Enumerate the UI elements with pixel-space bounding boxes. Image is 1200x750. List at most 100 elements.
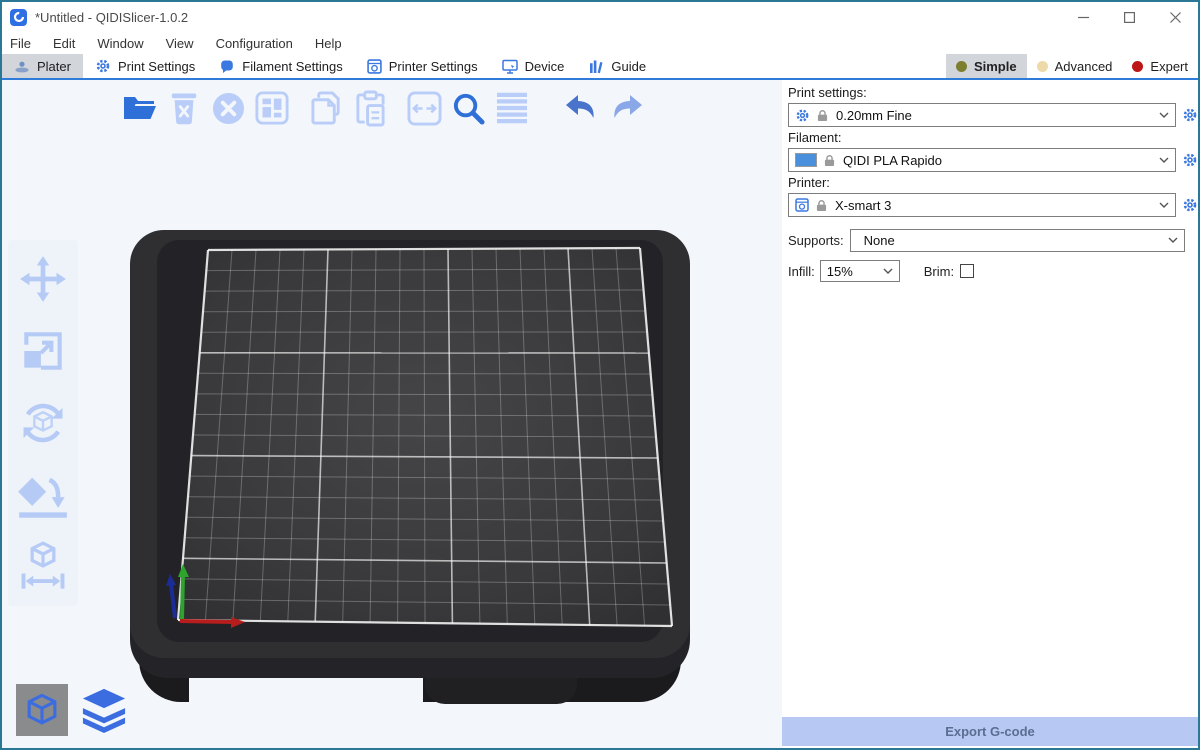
undo-button[interactable] bbox=[560, 86, 604, 130]
edit-printer-button[interactable] bbox=[1182, 197, 1198, 213]
tab-filament-settings[interactable]: Filament Settings bbox=[207, 54, 354, 78]
print-bed bbox=[125, 222, 695, 712]
print-settings-dropdown[interactable]: 0.20mm Fine bbox=[788, 103, 1176, 127]
minimize-button[interactable] bbox=[1060, 2, 1106, 32]
lock-icon bbox=[824, 154, 835, 167]
edit-print-settings-button[interactable] bbox=[1182, 107, 1198, 123]
redo-button[interactable] bbox=[604, 86, 648, 130]
supports-label: Supports: bbox=[788, 233, 844, 248]
mode-label: Advanced bbox=[1055, 59, 1113, 74]
measure-tool-button[interactable] bbox=[15, 538, 71, 596]
window-title: *Untitled - QIDISlicer-1.0.2 bbox=[35, 10, 188, 25]
qidislicer-window: { "window": { "title": "*Untitled - QIDI… bbox=[0, 0, 1200, 750]
tab-label: Guide bbox=[611, 59, 646, 74]
tab-print-settings[interactable]: Print Settings bbox=[83, 54, 207, 78]
printer-dropdown[interactable]: X-smart 3 bbox=[788, 193, 1176, 217]
mode-advanced[interactable]: Advanced bbox=[1027, 54, 1123, 78]
title-bar: *Untitled - QIDISlicer-1.0.2 bbox=[2, 2, 1198, 32]
mode-expert[interactable]: Expert bbox=[1122, 54, 1198, 78]
supports-value: None bbox=[864, 233, 1168, 248]
app-icon bbox=[10, 9, 27, 26]
menu-bar: File Edit Window View Configuration Help bbox=[2, 32, 1198, 54]
preview-sliced-view-button[interactable] bbox=[78, 684, 130, 736]
3d-viewport[interactable] bbox=[2, 80, 782, 748]
close-button[interactable] bbox=[1152, 2, 1198, 32]
tab-printer-settings[interactable]: Printer Settings bbox=[355, 54, 490, 78]
advanced-dot-icon bbox=[1037, 61, 1048, 72]
tab-device[interactable]: Device bbox=[490, 54, 577, 78]
print-settings-row: 0.20mm Fine bbox=[788, 103, 1198, 127]
expert-dot-icon bbox=[1132, 61, 1143, 72]
menu-file[interactable]: File bbox=[10, 36, 31, 51]
place-on-face-tool-button[interactable] bbox=[15, 466, 71, 524]
simple-dot-icon bbox=[956, 61, 967, 72]
paste-button[interactable] bbox=[348, 86, 392, 130]
split-button[interactable] bbox=[402, 86, 446, 130]
print-settings-value: 0.20mm Fine bbox=[836, 108, 1159, 123]
tab-label: Device bbox=[525, 59, 565, 74]
infill-dropdown[interactable]: 15% bbox=[820, 260, 900, 282]
tab-label: Filament Settings bbox=[242, 59, 342, 74]
menu-edit[interactable]: Edit bbox=[53, 36, 75, 51]
3d-editor-view-button[interactable] bbox=[16, 684, 68, 736]
settings-panel: Print settings: 0.20mm Fine Filament: QI… bbox=[782, 80, 1198, 748]
tab-guide[interactable]: Guide bbox=[576, 54, 658, 78]
infill-row: Infill: 15% Brim: bbox=[788, 260, 1198, 282]
supports-row: Supports: None bbox=[788, 229, 1198, 252]
move-tool-button[interactable] bbox=[15, 250, 71, 308]
delete-button[interactable] bbox=[162, 86, 206, 130]
printer-icon bbox=[795, 198, 809, 212]
chevron-down-icon bbox=[1159, 157, 1169, 164]
gear-icon bbox=[795, 108, 810, 123]
printer-icon bbox=[367, 59, 382, 74]
mode-selector: Simple Advanced Expert bbox=[946, 54, 1198, 78]
monitor-icon bbox=[502, 59, 518, 74]
mode-label: Expert bbox=[1150, 59, 1188, 74]
copy-button[interactable] bbox=[304, 86, 348, 130]
supports-dropdown[interactable]: None bbox=[850, 229, 1185, 252]
search-button[interactable] bbox=[446, 86, 490, 130]
filament-row: QIDI PLA Rapido bbox=[788, 148, 1198, 172]
tab-label: Print Settings bbox=[118, 59, 195, 74]
arrange-button[interactable] bbox=[250, 86, 294, 130]
chevron-down-icon bbox=[1168, 237, 1178, 244]
print-settings-label: Print settings: bbox=[788, 85, 1198, 100]
filament-label: Filament: bbox=[788, 130, 1198, 145]
infill-label: Infill: bbox=[788, 264, 815, 279]
filament-dropdown[interactable]: QIDI PLA Rapido bbox=[788, 148, 1176, 172]
chevron-down-icon bbox=[1159, 112, 1169, 119]
lock-icon bbox=[817, 109, 828, 122]
menu-configuration[interactable]: Configuration bbox=[216, 36, 293, 51]
export-gcode-button[interactable]: Export G-code bbox=[782, 717, 1198, 746]
chevron-down-icon bbox=[883, 268, 893, 275]
tab-bar: Plater Print Settings Filament Settings … bbox=[2, 54, 1198, 80]
menu-help[interactable]: Help bbox=[315, 36, 342, 51]
variable-layer-height-button[interactable] bbox=[490, 86, 534, 130]
bed-notch bbox=[189, 678, 423, 712]
edit-filament-button[interactable] bbox=[1182, 152, 1198, 168]
brim-label: Brim: bbox=[924, 264, 954, 279]
rotate-tool-button[interactable] bbox=[15, 394, 71, 452]
tab-plater[interactable]: Plater bbox=[2, 54, 83, 78]
printer-row: X-smart 3 bbox=[788, 193, 1198, 217]
open-button[interactable] bbox=[118, 86, 162, 130]
lock-icon bbox=[816, 199, 827, 212]
menu-window[interactable]: Window bbox=[97, 36, 143, 51]
menu-view[interactable]: View bbox=[166, 36, 194, 51]
chevron-down-icon bbox=[1159, 202, 1169, 209]
gear-icon bbox=[95, 58, 111, 74]
mode-simple[interactable]: Simple bbox=[946, 54, 1027, 78]
delete-all-button[interactable] bbox=[206, 86, 250, 130]
plater-toolbar bbox=[118, 86, 648, 130]
books-icon bbox=[588, 59, 604, 74]
tab-label: Printer Settings bbox=[389, 59, 478, 74]
maximize-button[interactable] bbox=[1106, 2, 1152, 32]
window-controls bbox=[1060, 2, 1198, 32]
object-tool-panel bbox=[8, 240, 78, 606]
infill-value: 15% bbox=[827, 264, 883, 279]
brim-checkbox[interactable] bbox=[960, 264, 974, 278]
scale-tool-button[interactable] bbox=[15, 322, 71, 380]
plater-icon bbox=[14, 58, 30, 74]
filament-color-swatch bbox=[795, 153, 817, 167]
tab-label: Plater bbox=[37, 59, 71, 74]
